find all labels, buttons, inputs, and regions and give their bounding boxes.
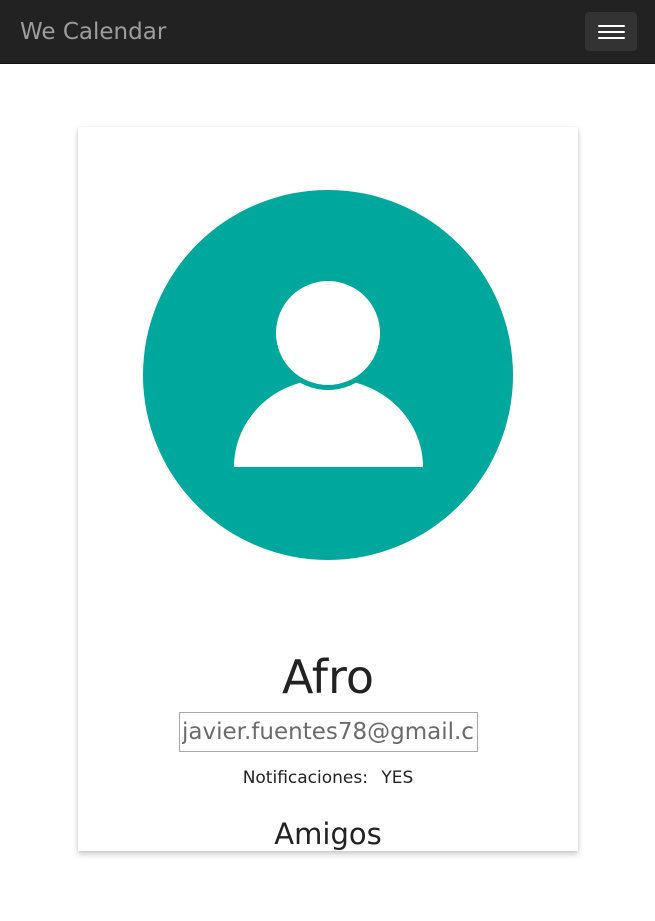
user-avatar-icon <box>143 190 513 560</box>
brand-link[interactable]: We Calendar <box>20 17 166 47</box>
hamburger-icon <box>598 25 625 27</box>
notifications-label: Notificaciones: <box>242 768 368 788</box>
avatar-head <box>276 281 380 385</box>
email-field[interactable] <box>179 712 478 752</box>
notifications-row: Notificaciones: YES <box>78 767 578 789</box>
profile-name: Afro <box>281 650 375 704</box>
navbar: We Calendar <box>0 0 655 64</box>
hamburger-icon <box>598 31 625 33</box>
notifications-value: YES <box>381 768 414 788</box>
hamburger-icon <box>598 37 625 39</box>
profile-card: Afro Notificaciones: YES Amigos <box>78 127 578 851</box>
menu-toggle-button[interactable] <box>585 12 637 51</box>
friends-heading: Amigos <box>274 817 382 851</box>
